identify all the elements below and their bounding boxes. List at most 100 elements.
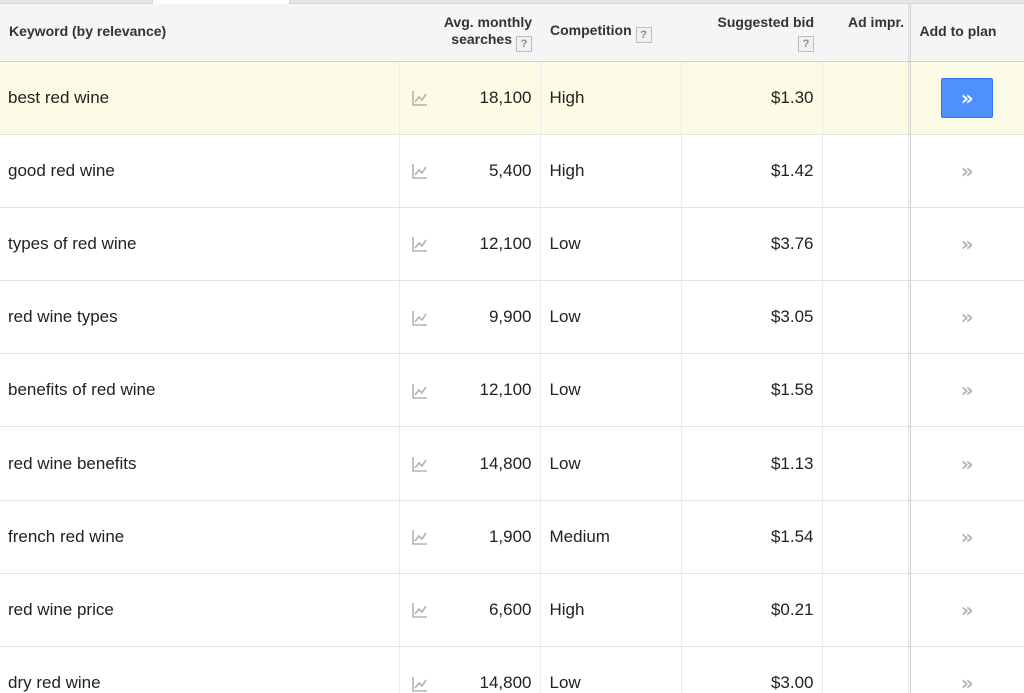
table-row[interactable]: good red wine 5,400 High $1.42 » bbox=[0, 134, 1024, 208]
competition-cell: High bbox=[539, 573, 681, 648]
keyword-table: Keyword (by relevance) Avg. monthly sear… bbox=[0, 4, 1024, 693]
trend-chart-icon[interactable] bbox=[411, 89, 429, 107]
competition-cell: Low bbox=[539, 646, 681, 693]
header-suggested-bid[interactable]: Suggested bid ? bbox=[681, 4, 822, 62]
searches-cell: 5,400 bbox=[439, 134, 540, 208]
searches-cell: 9,900 bbox=[439, 280, 540, 355]
searches-cell: 1,900 bbox=[439, 500, 540, 574]
add-to-plan-button[interactable]: » bbox=[941, 370, 993, 410]
ad-impr-cell bbox=[821, 573, 910, 648]
trend-cell bbox=[398, 134, 439, 208]
suggested-bid-cell: $3.00 bbox=[680, 646, 822, 693]
trend-chart-icon[interactable] bbox=[411, 528, 429, 546]
ad-impr-cell bbox=[821, 426, 910, 501]
table-row[interactable]: best red wine 18,100 High $1.30 » bbox=[0, 61, 1024, 135]
add-to-plan-cell: » bbox=[909, 426, 1024, 501]
suggested-bid-cell: $1.30 bbox=[680, 61, 822, 135]
trend-chart-icon[interactable] bbox=[411, 309, 429, 327]
table-row[interactable]: french red wine 1,900 Medium $1.54 » bbox=[0, 500, 1024, 574]
table-row[interactable]: red wine benefits 14,800 Low $1.13 » bbox=[0, 426, 1024, 501]
add-to-plan-cell: » bbox=[909, 573, 1024, 648]
add-to-plan-cell: » bbox=[909, 500, 1024, 574]
suggested-bid-cell: $3.05 bbox=[680, 280, 822, 355]
competition-cell: High bbox=[539, 61, 681, 135]
header-searches-line2: searches bbox=[451, 31, 512, 47]
table-row[interactable]: red wine price 6,600 High $0.21 » bbox=[0, 573, 1024, 648]
header-keyword[interactable]: Keyword (by relevance) bbox=[0, 4, 399, 62]
competition-cell: Low bbox=[539, 426, 681, 501]
competition-cell: Low bbox=[539, 280, 681, 355]
suggested-bid-cell: $3.76 bbox=[680, 207, 822, 282]
competition-cell: High bbox=[539, 134, 681, 208]
trend-chart-icon[interactable] bbox=[411, 455, 429, 473]
table-row[interactable]: types of red wine 12,100 Low $3.76 » bbox=[0, 207, 1024, 282]
trend-chart-icon[interactable] bbox=[411, 235, 429, 253]
trend-cell bbox=[398, 573, 439, 648]
add-to-plan-button[interactable]: » bbox=[941, 224, 993, 264]
ad-impr-cell bbox=[821, 500, 910, 574]
add-to-plan-cell: » bbox=[909, 61, 1024, 135]
ad-impr-cell bbox=[821, 353, 910, 428]
searches-cell: 12,100 bbox=[439, 353, 540, 428]
keyword-cell: types of red wine bbox=[0, 207, 399, 282]
add-to-plan-cell: » bbox=[909, 646, 1024, 693]
add-to-plan-button[interactable]: » bbox=[941, 77, 994, 118]
add-to-plan-button[interactable]: » bbox=[941, 517, 993, 557]
trend-cell bbox=[398, 280, 439, 355]
table-row[interactable]: dry red wine 14,800 Low $3.00 » bbox=[0, 646, 1024, 693]
trend-chart-icon[interactable] bbox=[411, 675, 429, 693]
ad-impr-cell bbox=[821, 207, 910, 282]
add-to-plan-cell: » bbox=[909, 134, 1024, 208]
add-to-plan-button[interactable]: » bbox=[941, 663, 993, 693]
add-to-plan-button[interactable]: » bbox=[941, 444, 993, 484]
trend-cell bbox=[398, 353, 439, 428]
add-to-plan-button[interactable]: » bbox=[941, 297, 993, 337]
searches-cell: 18,100 bbox=[439, 61, 540, 135]
searches-cell: 14,800 bbox=[439, 426, 540, 501]
trend-cell bbox=[398, 61, 439, 135]
add-to-plan-cell: » bbox=[909, 280, 1024, 355]
searches-cell: 6,600 bbox=[439, 573, 540, 648]
header-searches-line1: Avg. monthly bbox=[443, 14, 532, 30]
ad-impr-cell bbox=[821, 61, 910, 135]
competition-cell: Low bbox=[539, 207, 681, 282]
trend-chart-icon[interactable] bbox=[411, 601, 429, 619]
help-icon[interactable]: ? bbox=[516, 36, 532, 52]
keyword-cell: red wine types bbox=[0, 280, 399, 355]
header-ad-impr[interactable]: Ad impr. bbox=[822, 4, 910, 62]
ad-impr-cell bbox=[821, 280, 910, 355]
help-icon[interactable]: ? bbox=[635, 27, 652, 43]
competition-cell: Low bbox=[539, 353, 681, 428]
help-icon[interactable]: ? bbox=[798, 36, 814, 52]
add-to-plan-cell: » bbox=[909, 207, 1024, 282]
trend-cell bbox=[398, 426, 439, 501]
keyword-cell: french red wine bbox=[0, 500, 399, 574]
suggested-bid-cell: $1.58 bbox=[680, 353, 822, 428]
keyword-cell: benefits of red wine bbox=[0, 353, 399, 428]
add-to-plan-button[interactable]: » bbox=[941, 590, 993, 630]
header-add-to-plan: Add to plan bbox=[909, 4, 1024, 62]
add-to-plan-button[interactable]: » bbox=[941, 151, 993, 191]
add-to-plan-cell: » bbox=[909, 353, 1024, 428]
keyword-cell: dry red wine bbox=[0, 646, 399, 693]
header-competition[interactable]: Competition? bbox=[540, 4, 681, 62]
trend-chart-icon[interactable] bbox=[411, 382, 429, 400]
suggested-bid-cell: $1.54 bbox=[680, 500, 822, 574]
suggested-bid-cell: $1.13 bbox=[680, 426, 822, 501]
table-row[interactable]: benefits of red wine 12,100 Low $1.58 » bbox=[0, 353, 1024, 428]
trend-cell bbox=[398, 500, 439, 574]
searches-cell: 12,100 bbox=[439, 207, 540, 282]
ad-impr-cell bbox=[821, 134, 910, 208]
keyword-cell: red wine benefits bbox=[0, 426, 399, 501]
table-header-row: Keyword (by relevance) Avg. monthly sear… bbox=[0, 4, 1024, 62]
trend-cell bbox=[398, 646, 439, 693]
trend-chart-icon[interactable] bbox=[411, 162, 429, 180]
ad-impr-cell bbox=[821, 646, 910, 693]
header-avg-monthly-searches[interactable]: Avg. monthly searches? bbox=[399, 4, 540, 62]
keyword-cell: best red wine bbox=[0, 61, 399, 135]
suggested-bid-cell: $0.21 bbox=[680, 573, 822, 648]
suggested-bid-cell: $1.42 bbox=[680, 134, 822, 208]
keyword-cell: good red wine bbox=[0, 134, 399, 208]
competition-cell: Medium bbox=[539, 500, 681, 574]
table-row[interactable]: red wine types 9,900 Low $3.05 » bbox=[0, 280, 1024, 355]
